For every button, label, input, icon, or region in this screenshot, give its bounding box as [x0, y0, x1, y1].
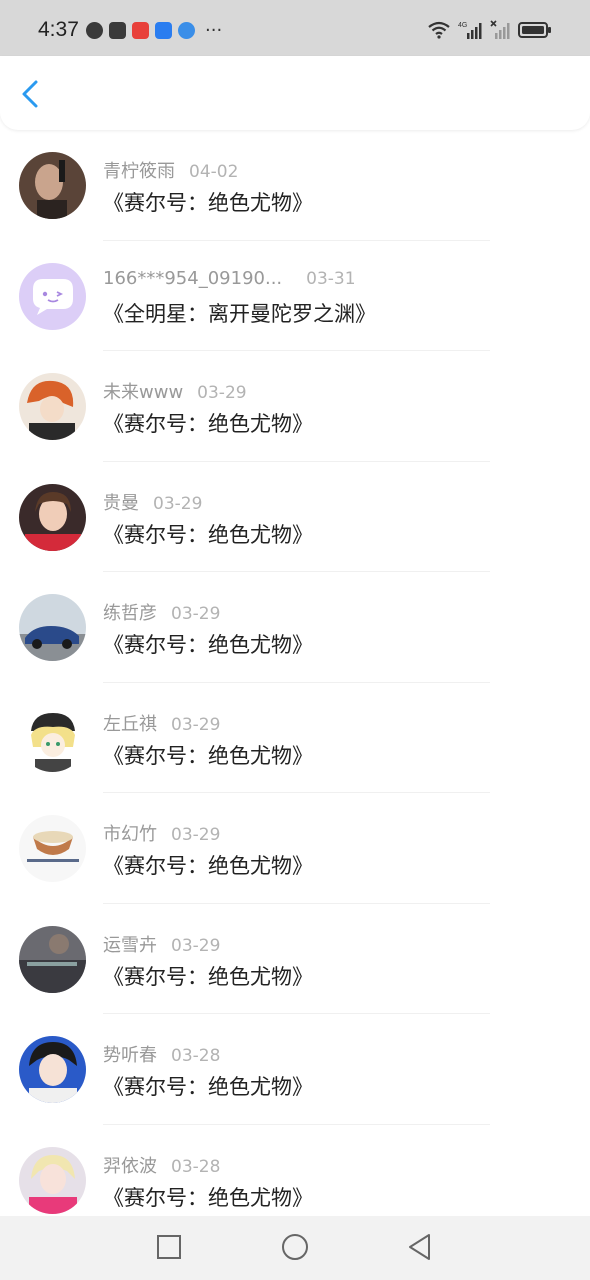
- comment-title[interactable]: 《赛尔号：绝色尤物》: [103, 1182, 313, 1212]
- username[interactable]: 势听春: [103, 1045, 157, 1066]
- square-icon: [157, 1235, 181, 1259]
- status-bar: 4:37 ··· 4G: [0, 0, 590, 64]
- back-button[interactable]: [16, 76, 48, 112]
- user-line: 羿依波 03-28: [103, 1152, 220, 1178]
- avatar[interactable]: [19, 815, 86, 882]
- red-app-icon: [132, 22, 149, 39]
- timer-icon: [86, 22, 103, 39]
- date: 03-29: [171, 935, 221, 956]
- username[interactable]: 运雪卉: [103, 935, 157, 956]
- date: 03-29: [171, 825, 221, 845]
- list-item[interactable]: 未来www 03-29 《赛尔号：绝色尤物》: [0, 351, 590, 462]
- notification-icons: ···: [86, 20, 223, 41]
- comment-title[interactable]: 《赛尔号：绝色尤物》: [103, 629, 313, 659]
- list-item[interactable]: 市幻竹 03-29 《赛尔号：绝色尤物》: [0, 793, 590, 904]
- comment-title[interactable]: 《赛尔号：绝色尤物》: [103, 187, 313, 217]
- user-line: 左丘祺 03-29: [103, 710, 220, 736]
- user-line: 运雪卉 03-29: [103, 931, 220, 957]
- avatar[interactable]: [19, 1036, 86, 1103]
- comment-title[interactable]: 《赛尔号：绝色尤物》: [103, 1071, 313, 1101]
- list-item[interactable]: 练哲彦 03-29 《赛尔号：绝色尤物》: [0, 572, 590, 683]
- recent-apps-button[interactable]: [154, 1232, 184, 1262]
- avatar[interactable]: [19, 152, 86, 219]
- system-icons: 4G: [428, 20, 552, 40]
- date: 03-31: [306, 268, 356, 289]
- list-item[interactable]: 运雪卉 03-29 《赛尔号：绝色尤物》: [0, 904, 590, 1014]
- date: 04-02: [189, 162, 239, 182]
- comment-title[interactable]: 《赛尔号：绝色尤物》: [103, 740, 313, 770]
- avatar[interactable]: [19, 262, 86, 330]
- avatar[interactable]: [19, 925, 86, 993]
- username[interactable]: 青柠筱雨: [103, 161, 175, 182]
- user-line: 贵曼 03-29: [103, 489, 202, 515]
- username[interactable]: 练哲彦: [103, 603, 157, 624]
- browser-icon: [178, 22, 195, 39]
- user-line: 166***954_09190... 03-31: [103, 268, 356, 289]
- list-item[interactable]: 166***954_09190... 03-31 《全明星：离开曼陀罗之渊》: [0, 241, 590, 351]
- comment-title[interactable]: 《赛尔号：绝色尤物》: [103, 850, 313, 880]
- date: 03-29: [171, 714, 221, 735]
- signal-icon: 4G: [458, 22, 482, 39]
- signal-no-sim-icon: [490, 20, 510, 39]
- username[interactable]: 左丘祺: [103, 714, 157, 735]
- comment-title[interactable]: 《全明星：离开曼陀罗之渊》: [103, 298, 376, 328]
- home-button[interactable]: [280, 1232, 310, 1262]
- more-notifications-icon: ···: [205, 20, 223, 41]
- list-item[interactable]: 势听春 03-28 《赛尔号：绝色尤物》: [0, 1014, 590, 1125]
- network-label: 4G: [458, 22, 467, 29]
- username[interactable]: 市幻竹: [103, 824, 157, 845]
- mail-icon: [109, 22, 126, 39]
- list-item[interactable]: 青柠筱雨 04-02 《赛尔号：绝色尤物》: [0, 130, 590, 241]
- comment-title[interactable]: 《赛尔号：绝色尤物》: [103, 961, 313, 991]
- avatar[interactable]: [19, 594, 86, 661]
- username[interactable]: 贵曼: [103, 493, 139, 514]
- list-item[interactable]: 贵曼 03-29 《赛尔号：绝色尤物》: [0, 462, 590, 572]
- status-time: 4:37: [38, 18, 79, 41]
- user-line: 未来www 03-29: [103, 378, 247, 404]
- user-line: 青柠筱雨 04-02: [103, 157, 238, 183]
- user-line: 市幻竹 03-29: [103, 820, 220, 846]
- user-line: 练哲彦 03-29: [103, 599, 220, 625]
- system-nav-bar: [0, 1216, 590, 1280]
- wifi-icon: [428, 21, 450, 39]
- user-line: 势听春 03-28: [103, 1041, 220, 1067]
- username[interactable]: 166***954_09190...: [103, 268, 282, 289]
- username[interactable]: 未来www: [103, 382, 183, 403]
- battery-icon: [518, 22, 551, 38]
- header: [0, 56, 590, 130]
- blue-app-icon: [155, 22, 172, 39]
- list-item[interactable]: 左丘祺 03-29 《赛尔号：绝色尤物》: [0, 683, 590, 793]
- date: 03-28: [171, 1156, 221, 1177]
- comment-title[interactable]: 《赛尔号：绝色尤物》: [103, 519, 313, 549]
- avatar[interactable]: [19, 1146, 86, 1214]
- username[interactable]: 羿依波: [103, 1156, 157, 1177]
- comment-title[interactable]: 《赛尔号：绝色尤物》: [103, 408, 313, 438]
- avatar[interactable]: [19, 373, 86, 440]
- date: 03-29: [171, 604, 221, 624]
- system-back-button[interactable]: [405, 1232, 435, 1262]
- circle-icon: [282, 1234, 308, 1260]
- avatar[interactable]: [19, 704, 86, 772]
- date: 03-29: [153, 493, 203, 514]
- date: 03-29: [197, 383, 247, 403]
- avatar[interactable]: [19, 483, 86, 551]
- chevron-left-icon: [22, 80, 38, 108]
- date: 03-28: [171, 1046, 221, 1066]
- triangle-back-icon: [409, 1234, 430, 1260]
- comment-list: 青柠筱雨 04-02 《赛尔号：绝色尤物》 166***954_09190... 0…: [0, 130, 590, 1235]
